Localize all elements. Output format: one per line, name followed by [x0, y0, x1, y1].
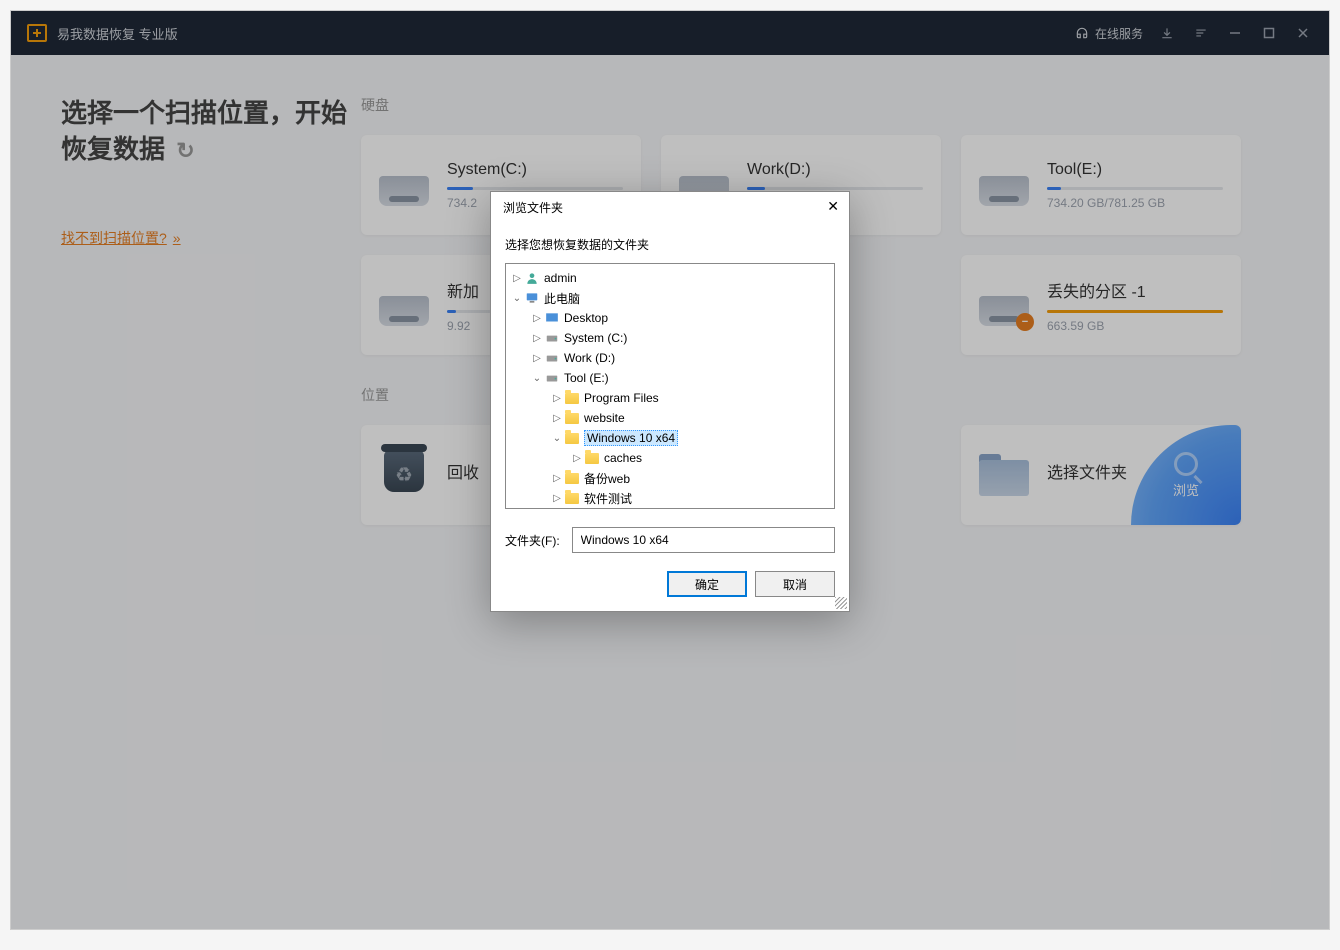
resize-handle[interactable]: [835, 597, 847, 609]
desktop-icon: [544, 311, 560, 325]
dialog-buttons: 确定 取消: [491, 563, 849, 611]
ok-button[interactable]: 确定: [667, 571, 747, 597]
pc-icon: [524, 291, 540, 305]
folder-icon: [564, 391, 580, 405]
tree-item-workd[interactable]: ▷Work (D:): [506, 348, 834, 368]
folder-input-label: 文件夹(F):: [505, 532, 560, 549]
tree-scroll[interactable]: ▷admin ⌄此电脑 ▷Desktop ▷System (C:) ▷Work …: [506, 264, 834, 508]
drive-icon: [544, 331, 560, 345]
cancel-button[interactable]: 取消: [755, 571, 835, 597]
tree-item-systemc[interactable]: ▷System (C:): [506, 328, 834, 348]
folder-icon: [564, 471, 580, 485]
drive-icon: [544, 371, 560, 385]
folder-icon: [584, 451, 600, 465]
tree-item-backupweb[interactable]: ▷备份web: [506, 468, 834, 488]
folder-icon: [564, 411, 580, 425]
drive-icon: [544, 351, 560, 365]
folder-input[interactable]: [572, 527, 835, 553]
user-icon: [524, 271, 540, 285]
dialog-input-row: 文件夹(F):: [491, 509, 849, 563]
tree-item-admin[interactable]: ▷admin: [506, 268, 834, 288]
dialog-title: 浏览文件夹: [491, 192, 849, 222]
folder-icon: [564, 491, 580, 505]
browse-folder-dialog: 浏览文件夹 ✕ 选择您想恢复数据的文件夹 ▷admin ⌄此电脑 ▷Deskto…: [490, 191, 850, 612]
tree-item-toole[interactable]: ⌄Tool (E:): [506, 368, 834, 388]
folder-icon: [564, 431, 580, 445]
tree-item-win10x64[interactable]: ⌄Windows 10 x64: [506, 428, 834, 448]
app-window: 易我数据恢复 专业版 在线服务 选择一个扫描位置，开始恢复数据 ↻ 找不到扫描位…: [10, 10, 1330, 930]
tree-item-desktop[interactable]: ▷Desktop: [506, 308, 834, 328]
tree-item-program-files[interactable]: ▷Program Files: [506, 388, 834, 408]
dialog-subtitle: 选择您想恢复数据的文件夹: [491, 222, 849, 263]
tree-item-caches[interactable]: ▷caches: [506, 448, 834, 468]
dialog-close-button[interactable]: ✕: [827, 198, 839, 215]
tree-item-softwaretest[interactable]: ▷软件测试: [506, 488, 834, 508]
tree-item-website[interactable]: ▷website: [506, 408, 834, 428]
folder-tree: ▷admin ⌄此电脑 ▷Desktop ▷System (C:) ▷Work …: [505, 263, 835, 509]
modal-overlay: 浏览文件夹 ✕ 选择您想恢复数据的文件夹 ▷admin ⌄此电脑 ▷Deskto…: [11, 11, 1329, 929]
tree-item-thispc[interactable]: ⌄此电脑: [506, 288, 834, 308]
